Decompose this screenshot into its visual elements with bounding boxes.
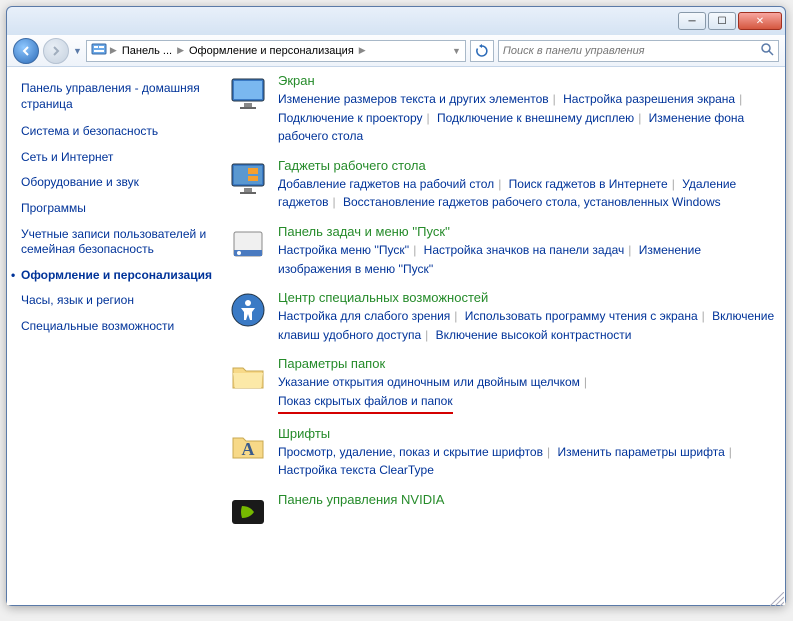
- category-ease: Центр специальных возможностей Настройка…: [228, 290, 777, 344]
- task-link[interactable]: Настройка значков на панели задач: [424, 243, 625, 257]
- task-link[interactable]: Изменить параметры шрифта: [557, 445, 724, 459]
- category-title[interactable]: Гаджеты рабочего стола: [278, 158, 777, 173]
- sidebar-item-programs[interactable]: Программы: [21, 201, 212, 217]
- window: ─ ☐ ✕ ▼ ▶ Панель ... ▶ Оформление и перс…: [6, 6, 786, 606]
- chevron-right-icon[interactable]: ▶: [110, 45, 117, 56]
- maximize-button[interactable]: ☐: [708, 12, 736, 30]
- sidebar-item-clock[interactable]: Часы, язык и регион: [21, 293, 212, 309]
- task-link[interactable]: Восстановление гаджетов рабочего стола, …: [343, 195, 721, 209]
- folder-icon: [228, 356, 268, 396]
- task-link[interactable]: Настройка для слабого зрения: [278, 309, 450, 323]
- task-link[interactable]: Добавление гаджетов на рабочий стол: [278, 177, 494, 191]
- task-link[interactable]: Использовать программу чтения с экрана: [465, 309, 698, 323]
- task-link[interactable]: Указание открытия одиночным или двойным …: [278, 375, 580, 389]
- svg-text:A: A: [242, 439, 255, 459]
- task-link[interactable]: Настройка меню ''Пуск'': [278, 243, 409, 257]
- breadcrumb-dropdown-icon[interactable]: ▼: [452, 46, 461, 56]
- forward-button[interactable]: [43, 38, 69, 64]
- refresh-icon: [475, 44, 489, 58]
- chevron-right-icon[interactable]: ▶: [359, 45, 366, 56]
- breadcrumb[interactable]: ▶ Панель ... ▶ Оформление и персонализац…: [86, 40, 466, 62]
- resize-grip-icon[interactable]: [770, 592, 784, 606]
- task-link[interactable]: Просмотр, удаление, показ и скрытие шриф…: [278, 445, 543, 459]
- category-taskbar: Панель задач и меню ''Пуск'' Настройка м…: [228, 224, 777, 278]
- category-nvidia: Панель управления NVIDIA: [228, 492, 777, 532]
- nvidia-icon: [228, 492, 268, 532]
- toolbar: ▼ ▶ Панель ... ▶ Оформление и персонализ…: [7, 35, 785, 67]
- category-display: Экран Изменение размеров текста и других…: [228, 73, 777, 146]
- task-link[interactable]: Настройка текста ClearType: [278, 463, 434, 477]
- breadcrumb-segment[interactable]: Оформление и персонализация: [187, 45, 356, 57]
- fonts-icon: A: [228, 426, 268, 466]
- titlebar: ─ ☐ ✕: [7, 7, 785, 35]
- sidebar: Панель управления - домашняя страница Си…: [7, 67, 222, 605]
- minimize-button[interactable]: ─: [678, 12, 706, 30]
- category-title[interactable]: Панель задач и меню ''Пуск'': [278, 224, 777, 239]
- arrow-left-icon: [20, 45, 32, 57]
- category-gadgets: Гаджеты рабочего стола Добавление гаджет…: [228, 158, 777, 212]
- category-title[interactable]: Экран: [278, 73, 777, 88]
- display-icon: [228, 73, 268, 113]
- task-link[interactable]: Поиск гаджетов в Интернете: [509, 177, 668, 191]
- category-title[interactable]: Панель управления NVIDIA: [278, 492, 777, 507]
- close-button[interactable]: ✕: [738, 12, 782, 30]
- sidebar-item-users[interactable]: Учетные записи пользователей и семейная …: [21, 227, 212, 258]
- task-link[interactable]: Подключение к проектору: [278, 111, 423, 125]
- gadgets-icon: [228, 158, 268, 198]
- task-link[interactable]: Настройка разрешения экрана: [563, 92, 735, 106]
- sidebar-item-system[interactable]: Система и безопасность: [21, 124, 212, 140]
- category-title[interactable]: Шрифты: [278, 426, 777, 441]
- task-link[interactable]: Подключение к внешнему дисплею: [437, 111, 634, 125]
- content: Экран Изменение размеров текста и других…: [222, 67, 785, 605]
- control-panel-icon: [91, 41, 107, 60]
- category-fonts: A Шрифты Просмотр, удаление, показ и скр…: [228, 426, 777, 480]
- taskbar-icon: [228, 224, 268, 264]
- sidebar-item-appearance[interactable]: Оформление и персонализация: [21, 268, 212, 284]
- breadcrumb-segment[interactable]: Панель ...: [120, 45, 174, 57]
- chevron-right-icon[interactable]: ▶: [177, 45, 184, 56]
- search-icon[interactable]: [760, 42, 774, 59]
- back-button[interactable]: [13, 38, 39, 64]
- sidebar-item-accessibility[interactable]: Специальные возможности: [21, 319, 212, 335]
- sidebar-item-hardware[interactable]: Оборудование и звук: [21, 175, 212, 191]
- ease-icon: [228, 290, 268, 330]
- search-input[interactable]: [503, 45, 760, 57]
- task-link[interactable]: Изменение размеров текста и других элеме…: [278, 92, 549, 106]
- sidebar-item-network[interactable]: Сеть и Интернет: [21, 150, 212, 166]
- category-title[interactable]: Центр специальных возможностей: [278, 290, 777, 305]
- sidebar-home[interactable]: Панель управления - домашняя страница: [21, 81, 212, 112]
- search-box[interactable]: [498, 40, 779, 62]
- recent-dropdown-icon[interactable]: ▼: [73, 46, 82, 56]
- task-link[interactable]: Включение высокой контрастности: [436, 328, 632, 342]
- category-title[interactable]: Параметры папок: [278, 356, 777, 371]
- task-link-hidden-files[interactable]: Показ скрытых файлов и папок: [278, 394, 453, 408]
- arrow-right-icon: [50, 45, 62, 57]
- category-folder: Параметры папок Указание открытия одиноч…: [228, 356, 777, 413]
- refresh-button[interactable]: [470, 40, 494, 62]
